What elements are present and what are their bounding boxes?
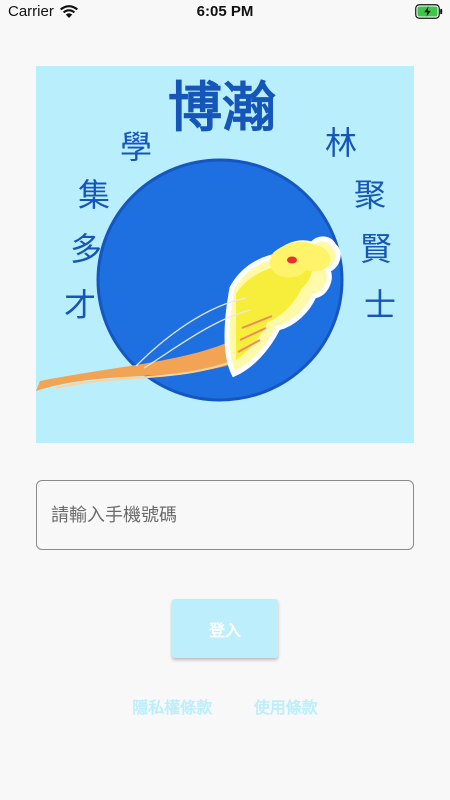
logo-right-char-4: 士 bbox=[364, 286, 396, 324]
logo-left-char-2: 集 bbox=[78, 176, 110, 214]
terms-of-use-link[interactable]: 使用條款 bbox=[254, 698, 318, 717]
battery-charging-icon bbox=[415, 4, 443, 19]
footer-links: 隱私權條款 使用條款 bbox=[0, 694, 450, 718]
logo-left-char-1: 學 bbox=[120, 128, 152, 166]
logo-title: 博瀚 bbox=[168, 75, 276, 139]
logo-right-char-1: 林 bbox=[325, 124, 357, 162]
phone-number-field[interactable] bbox=[36, 480, 414, 550]
logo-right-char-3: 賢 bbox=[360, 230, 392, 268]
logo-left-char-3: 多 bbox=[70, 230, 102, 268]
login-screen: Carrier 6:05 PM 博瀚 學 集 多 才 林 聚 賢 士 請輸入手機… bbox=[0, 0, 450, 800]
privacy-policy-link[interactable]: 隱私權條款 bbox=[132, 698, 212, 717]
logo-left-char-4: 才 bbox=[64, 286, 96, 324]
login-button[interactable]: 登入 bbox=[172, 599, 278, 658]
phone-number-input[interactable] bbox=[37, 481, 413, 549]
logo-right-char-2: 聚 bbox=[354, 176, 386, 214]
clock: 6:05 PM bbox=[196, 3, 254, 20]
app-logo: 博瀚 學 集 多 才 林 聚 賢 士 bbox=[36, 66, 414, 443]
status-bar: Carrier 6:05 PM bbox=[0, 0, 450, 26]
